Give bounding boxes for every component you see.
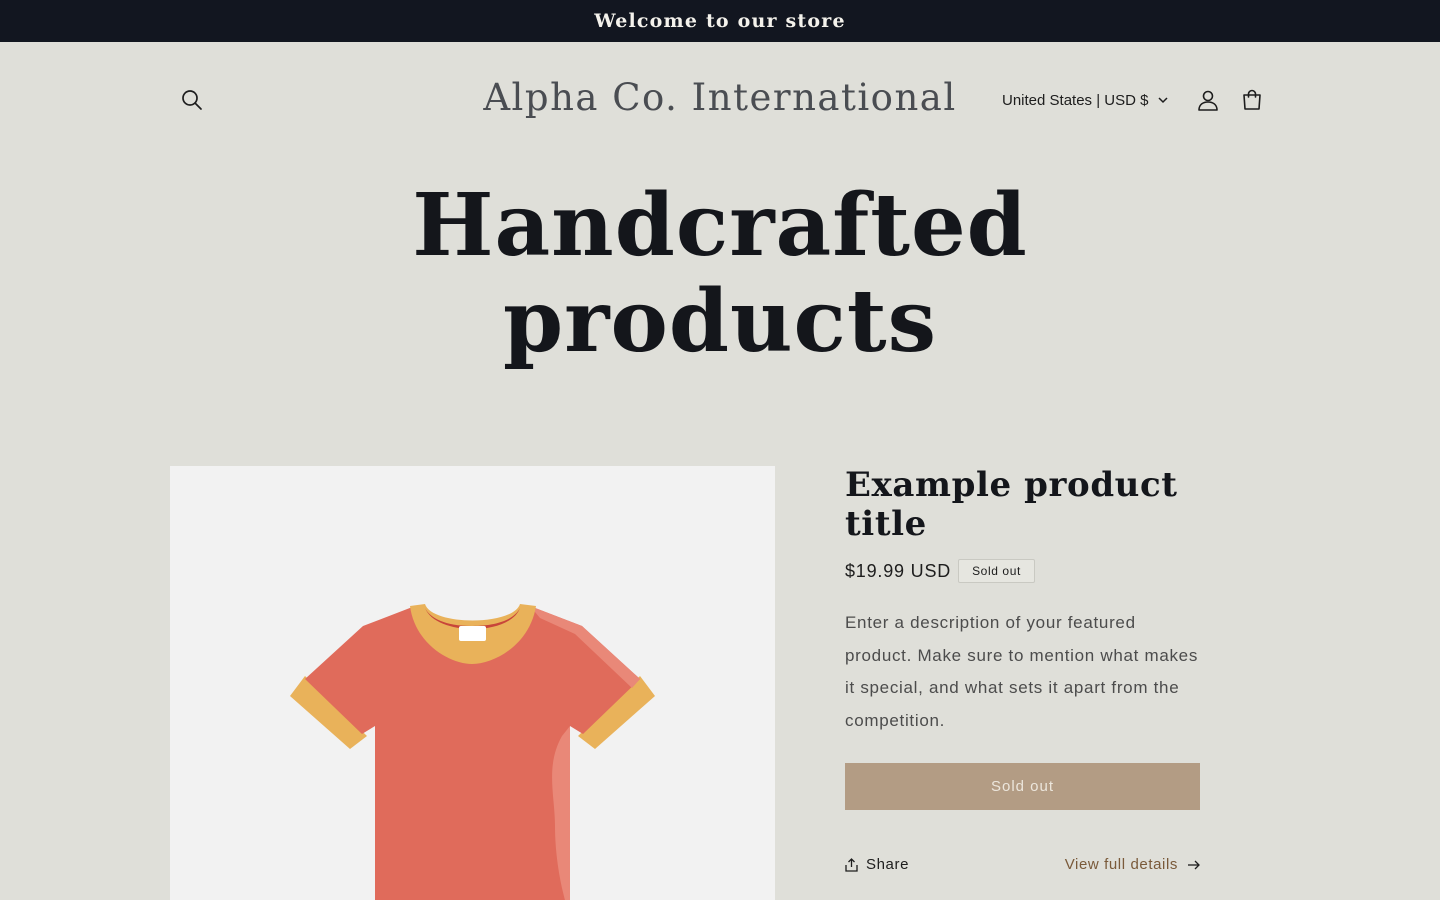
account-icon (1198, 90, 1218, 111)
chevron-down-icon (1158, 96, 1168, 103)
details-label: View full details (1064, 856, 1178, 873)
share-label: Share (866, 856, 910, 873)
cart-button[interactable] (1230, 78, 1274, 122)
currency-label: United States | USD $ (1002, 91, 1149, 109)
product-description: Enter a description of your featured pro… (845, 613, 1199, 730)
product-price: $19.99 USD (845, 560, 952, 581)
hero-title: Handcrafted products (220, 178, 1220, 370)
announcement-text: Welcome to our store (594, 10, 846, 32)
product-info: Example product title $19.99 USD Sold ou… (845, 466, 1200, 810)
hero-title-line2: products (503, 271, 937, 372)
share-icon (845, 857, 858, 872)
view-full-details-link[interactable]: View full details (1065, 856, 1200, 873)
share-button[interactable]: Share (845, 856, 909, 873)
store-logo[interactable]: Alpha Co. International (420, 76, 1020, 119)
currency-selector[interactable]: United States | USD $ (1002, 78, 1168, 122)
price-row: $19.99 USD Sold out (845, 559, 1200, 583)
t-shirt-illustration (290, 604, 655, 900)
product-title[interactable]: Example product title (845, 466, 1200, 544)
arrow-right-icon (1188, 860, 1200, 869)
sold-out-badge: Sold out (958, 559, 1035, 583)
search-icon (182, 90, 202, 110)
account-button[interactable] (1186, 78, 1230, 122)
cart-icon (1243, 89, 1261, 110)
site-header: Alpha Co. International United States | … (0, 42, 1440, 160)
sold-out-button[interactable]: Sold out (845, 763, 1200, 810)
product-actions: Share View full details (845, 856, 1200, 880)
hero-title-line1: Handcrafted (412, 175, 1028, 276)
announcement-bar: Welcome to our store (0, 0, 1440, 42)
search-button[interactable] (170, 78, 214, 122)
product-image[interactable] (170, 466, 775, 900)
